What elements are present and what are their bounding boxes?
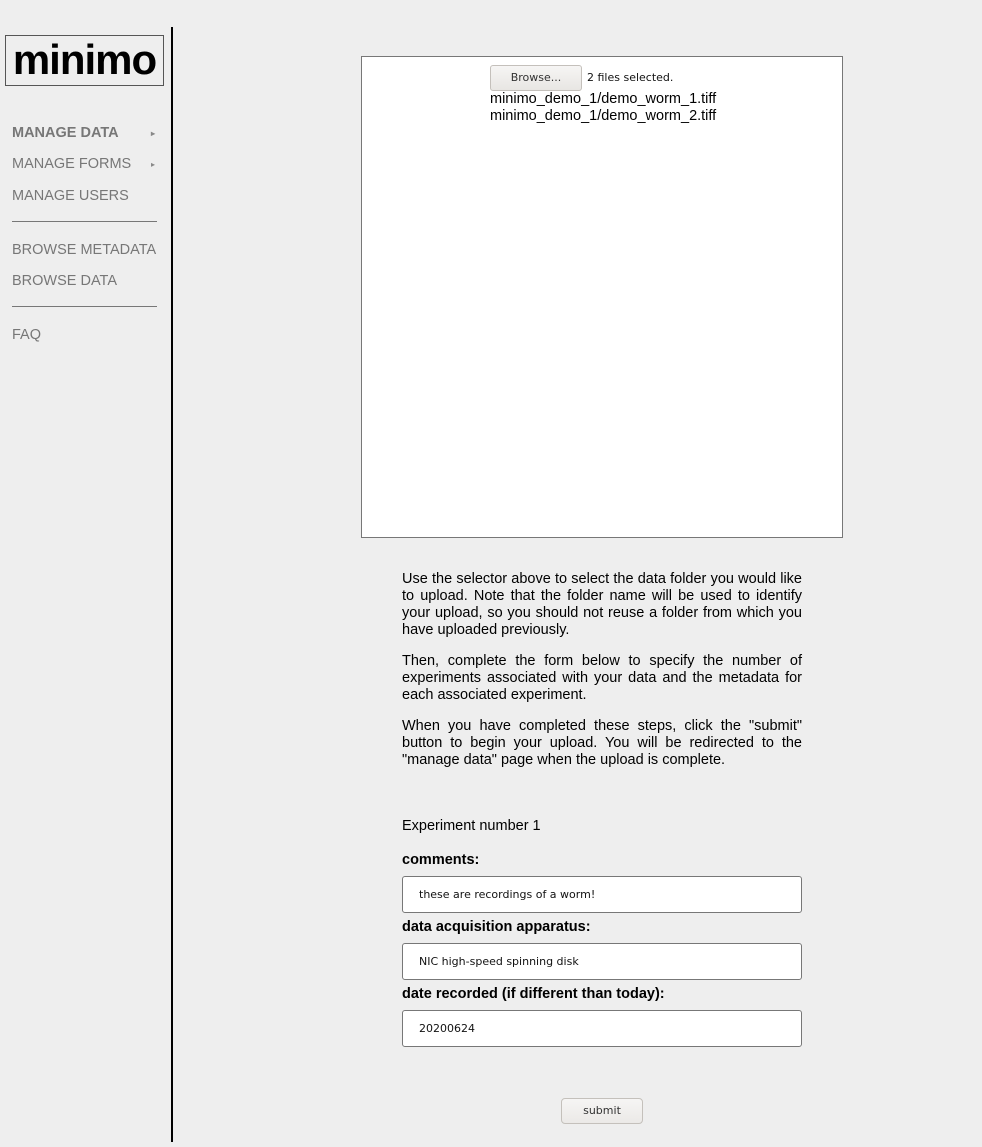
sidebar-item-label: MANAGE FORMS <box>12 156 132 172</box>
instruction-paragraph: When you have completed these steps, cli… <box>402 718 802 768</box>
comments-label: comments: <box>402 852 480 868</box>
sidebar-item-faq[interactable]: FAQ <box>12 327 157 343</box>
sidebar-separator <box>12 221 157 222</box>
sidebar-item-browse-metadata[interactable]: BROWSE METADATA <box>12 242 157 258</box>
instruction-paragraph: Then, complete the form below to specify… <box>402 653 802 703</box>
date-recorded-label: date recorded (if different than today): <box>402 986 665 1002</box>
chevron-right-icon: ▸ <box>150 129 155 138</box>
sidebar-item-label: FAQ <box>12 327 42 343</box>
sidebar-separator <box>12 306 157 307</box>
sidebar-item-label: MANAGE USERS <box>12 188 129 204</box>
upload-instructions: Use the selector above to select the dat… <box>402 571 802 783</box>
file-list-item: minimo_demo_1/demo_worm_1.tiff <box>490 91 717 107</box>
sidebar-item-label: MANAGE DATA <box>12 125 119 141</box>
experiment-heading: Experiment number 1 <box>402 818 541 834</box>
selected-file-list: minimo_demo_1/demo_worm_1.tiff minimo_de… <box>490 91 716 125</box>
file-upload-area[interactable]: Browse... 2 files selected. minimo_demo_… <box>361 56 843 538</box>
comments-input[interactable]: these are recordings of a worm! <box>402 876 802 913</box>
sidebar-item-manage-data[interactable]: MANAGE DATA ▸ <box>12 125 157 141</box>
sidebar-item-manage-users[interactable]: MANAGE USERS <box>12 188 157 204</box>
file-list-item: minimo_demo_1/demo_worm_2.tiff <box>490 108 717 124</box>
submit-button[interactable]: submit <box>561 1098 643 1124</box>
sidebar-item-label: BROWSE DATA <box>12 273 117 289</box>
sidebar-border <box>171 27 173 1142</box>
sidebar-item-browse-data[interactable]: BROWSE DATA <box>12 273 157 289</box>
chevron-right-icon: ▸ <box>150 160 155 169</box>
browse-button[interactable]: Browse... <box>490 65 582 91</box>
date-recorded-input[interactable]: 20200624 <box>402 1010 802 1047</box>
files-selected-status: 2 files selected. <box>587 71 674 84</box>
sidebar-item-label: BROWSE METADATA <box>12 242 157 258</box>
apparatus-label: data acquisition apparatus: <box>402 919 591 935</box>
app-logo[interactable]: minimo <box>5 35 164 86</box>
instruction-paragraph: Use the selector above to select the dat… <box>402 571 802 638</box>
sidebar-item-manage-forms[interactable]: MANAGE FORMS ▸ <box>12 156 157 172</box>
apparatus-input[interactable]: NIC high-speed spinning disk <box>402 943 802 980</box>
